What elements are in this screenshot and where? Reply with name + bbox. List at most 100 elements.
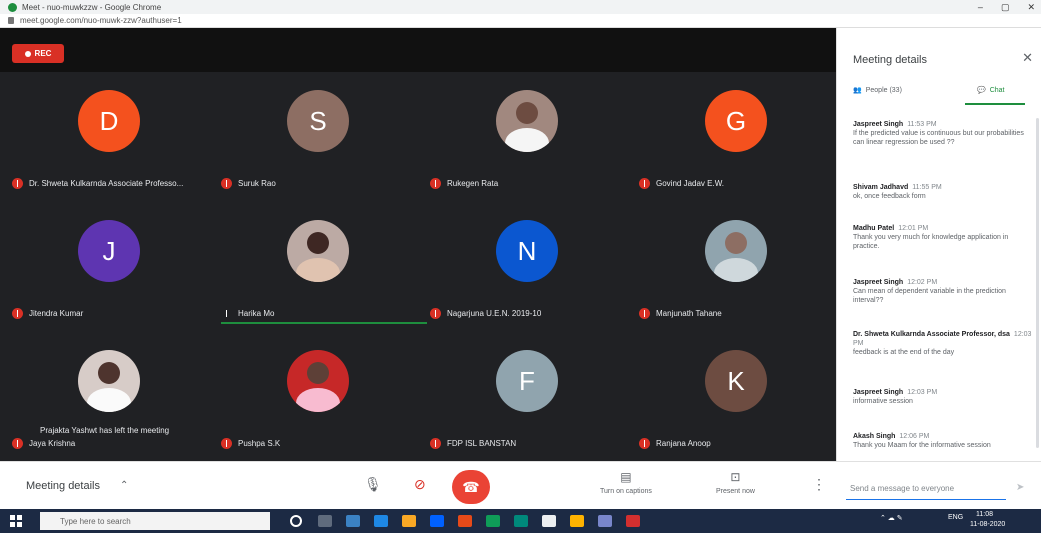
clock-date[interactable]: 11-08-2020 [970,521,1005,528]
avatar-photo-body [296,258,340,282]
participant-tile[interactable]: K Ranjana Anoop [627,326,836,456]
close-panel-icon[interactable]: ✕ [1022,50,1033,66]
chat-message: Madhu Patel 12:01 PM Thank you very much f… [853,224,1033,251]
chat-timestamp: 12:06 PM [899,433,930,440]
tab-chat[interactable]: 💬 Chat [977,86,1005,95]
mic-muted-icon [12,308,23,319]
chat-text: Thank you Maam for the informative sessi… [853,442,991,449]
cortana-icon[interactable] [290,515,302,527]
participant-tile[interactable]: F FDP ISL BANSTAN [418,326,627,456]
chevron-up-icon[interactable]: ⌃ [120,480,128,491]
participant-avatar [287,220,349,282]
participant-tile[interactable]: Harika Mo [209,196,427,326]
participant-tile[interactable]: Manjunath Tahane [627,196,836,326]
active-tab-indicator [965,103,1025,105]
windows-start-icon[interactable] [10,515,22,527]
url-text[interactable]: meet.google.com/nuo-muwk-zzw?authuser=1 [20,16,182,25]
chat-message: Shivam Jadhavd 11:55 PM ok, once feedback … [853,183,1033,201]
language-indicator[interactable]: ENG [948,514,963,521]
chat-message: Akash Singh 12:06 PM Thank you Maam for th… [853,432,1033,450]
chat-text: ok, once feedback form [853,193,926,200]
app3-icon[interactable] [598,515,612,527]
close-window-icon[interactable]: ✕ [1027,2,1035,13]
participant-tile[interactable]: S Suruk Rao [209,66,418,196]
clock-time[interactable]: 11:08 [976,511,993,518]
mic-muted-icon [430,308,441,319]
participant-avatar: N [496,220,558,282]
chat-message-header: Dr. Shweta Kulkarnda Associate Professor… [853,330,1033,348]
microphone-icon[interactable]: 🎙 [364,476,382,493]
chrome-icon[interactable] [570,515,584,527]
dropbox-icon[interactable] [430,515,444,527]
edge-new-icon[interactable] [486,515,500,527]
chat-sender: Jaspreet Singh [853,121,904,128]
camera-icon[interactable]: ⊘ [414,476,426,493]
address-bar[interactable]: meet.google.com/nuo-muwk-zzw?authuser=1 [0,14,1041,28]
avatar-photo-head [98,362,120,384]
leave-call-button[interactable]: ☎ [452,470,490,504]
participant-tile[interactable]: N Nagarjuna U.E.N. 2019-10 [418,196,627,326]
avatar-photo-head [516,102,538,124]
chat-message: Dr. Shweta Kulkarnda Associate Professor… [853,330,1033,357]
chat-message: Jaspreet Singh 11:53 PM If the predicted v… [853,120,1033,147]
chat-message-input[interactable]: Send a message to everyone [846,484,1006,500]
chat-timestamp: 12:03 PM [907,389,938,396]
participant-nameplate: Dr. Shweta Kulkarnda Associate Professo.… [12,178,183,189]
task-view-icon[interactable] [318,515,332,527]
participant-name: FDP ISL BANSTAN [447,439,517,448]
chat-text: Thank you very much for knowledge applic… [853,234,1009,250]
app2-icon[interactable] [514,515,528,527]
meeting-details-button[interactable]: Meeting details [26,480,100,492]
mic-muted-icon [639,178,650,189]
camera-app-icon[interactable] [542,515,556,527]
tray-icons[interactable]: ⌃ ☁ ✎ [880,514,903,522]
present-label: Present now [716,488,755,495]
participant-nameplate: Nagarjuna U.E.N. 2019-10 [430,308,541,319]
chat-sender: Jaspreet Singh [853,279,904,286]
captions-label: Turn on captions [600,488,652,495]
captions-icon: ▤ [620,470,632,484]
maximize-icon[interactable]: ▢ [1001,2,1010,13]
store-icon[interactable] [374,515,388,527]
chat-timestamp: 12:01 PM [898,225,929,232]
mic-muted-icon [12,438,23,449]
minimize-icon[interactable]: – [978,2,983,12]
mic-muted-icon [639,308,650,319]
participant-tile[interactable]: G Govind Jadav E.W. [627,66,836,196]
participant-tile[interactable]: Rukegen Rata [418,66,627,196]
chat-sender: Dr. Shweta Kulkarnda Associate Professor… [853,331,1010,338]
more-options-icon[interactable]: ⋮ [812,476,826,493]
participant-name: Jitendra Kumar [29,309,84,318]
taskbar-search-input[interactable]: Type here to search [40,512,270,530]
file-explorer-icon[interactable] [402,515,416,527]
edge-icon[interactable] [346,515,360,527]
participant-tile[interactable]: Jaya Krishna [0,326,209,456]
participant-name: Nagarjuna U.E.N. 2019-10 [447,309,542,318]
avatar-photo-head [307,362,329,384]
app-icon[interactable] [458,515,472,527]
chat-message-header: Jaspreet Singh 12:03 PM [853,388,1033,397]
chat-timestamp: 11:53 PM [907,121,937,128]
participant-name: Dr. Shweta Kulkarnda Associate Professo.… [29,179,184,188]
chat-text: Can mean of dependent variable in the pr… [853,288,1006,304]
chat-message-header: Jaspreet Singh 11:53 PM [853,120,1033,129]
recording-badge: REC [12,44,64,63]
send-icon[interactable]: ➤ [1016,482,1024,493]
participant-name: Jaya Krishna [29,439,76,448]
present-now-button[interactable]: ⊡ Present now [716,470,755,495]
participant-tile[interactable]: Pushpa S.K [209,326,418,456]
participant-avatar: F [496,350,558,412]
participant-name: Pushpa S.K [238,439,281,448]
avatar-photo-head [307,232,329,254]
chat-scrollbar[interactable] [1036,118,1039,448]
participant-tile[interactable]: J Jitendra Kumar [0,196,209,326]
avatar-photo-body [296,388,340,412]
participant-tile[interactable]: D Dr. Shweta Kulkarnda Associate Professo… [0,66,209,196]
tab-people[interactable]: 👥 People (33) [853,86,902,95]
captions-button[interactable]: ▤ Turn on captions [600,470,652,495]
participant-nameplate: Pushpa S.K [221,438,280,449]
participant-name: Suruk Rao [238,179,276,188]
participant-avatar [78,350,140,412]
participant-avatar [287,350,349,412]
app4-icon[interactable] [626,515,640,527]
